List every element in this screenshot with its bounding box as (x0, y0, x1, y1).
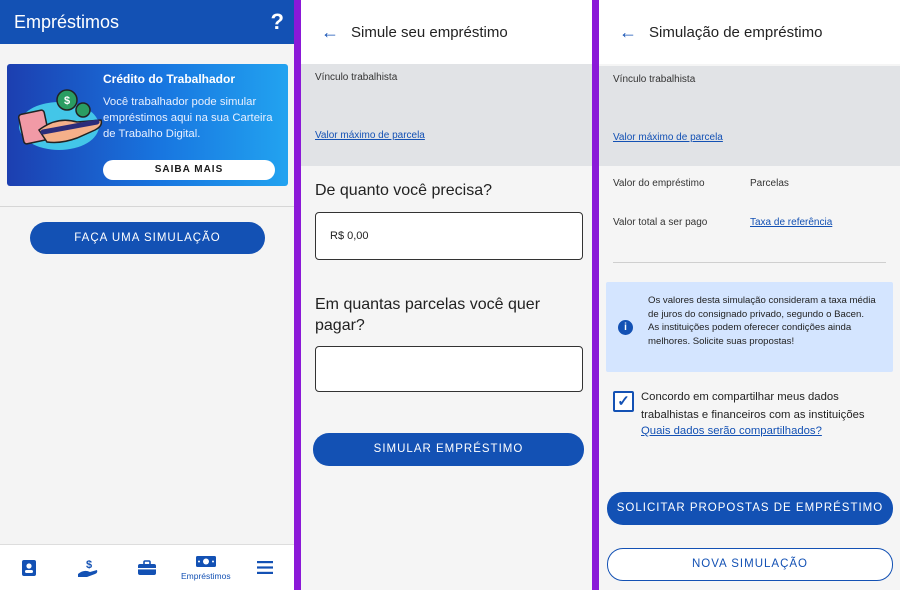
installments-input[interactable] (315, 346, 583, 392)
vinculo-label: Vínculo trabalhista (613, 74, 696, 85)
info-text: Os valores desta simulação consideram a … (648, 295, 876, 347)
parcelas-label: Parcelas (750, 178, 789, 189)
taxa-referencia-link[interactable]: Taxa de referência (750, 217, 832, 228)
employment-info-block: Vínculo trabalhista Valor máximo de parc… (599, 66, 900, 166)
info-alert: i Os valores desta simulação consideram … (606, 282, 893, 372)
valor-total-label: Valor total a ser pago (613, 217, 708, 228)
page-title: Empréstimos (14, 11, 120, 32)
app-bar: Empréstimos ? (0, 0, 294, 44)
amount-input[interactable]: R$ 0,00 (315, 212, 583, 260)
svg-text:$: $ (86, 559, 92, 571)
divider (0, 206, 294, 207)
solicitar-propostas-button[interactable]: SOLICITAR PROPOSTAS DE EMPRÉSTIMO (607, 492, 893, 525)
divider (613, 262, 886, 263)
consent-text: Concordo em compartilhar meus dados trab… (641, 391, 865, 421)
app-bar: ← Simule seu empréstimo (301, 0, 592, 64)
valor-maximo-link[interactable]: Valor máximo de parcela (315, 130, 425, 141)
employment-info-block: Vínculo trabalhista Valor máximo de parc… (301, 64, 592, 166)
svg-text:$: $ (64, 95, 70, 107)
saiba-mais-button[interactable]: SAIBA MAIS (103, 160, 275, 180)
vinculo-label: Vínculo trabalhista (315, 72, 398, 83)
banknote-icon (195, 555, 216, 567)
consent-checkbox[interactable]: ✓ (613, 391, 634, 412)
help-icon[interactable]: ? (271, 9, 284, 35)
simulate-loan-screen: ← Simule seu empréstimo Vínculo trabalhi… (301, 0, 592, 590)
hand-coin-illustration: $ (17, 89, 103, 150)
page-title: Simulação de empréstimo (649, 23, 823, 41)
amount-question: De quanto você precisa? (315, 182, 492, 199)
valor-maximo-link[interactable]: Valor máximo de parcela (613, 132, 723, 143)
nav-item-work[interactable] (118, 545, 176, 590)
nova-simulacao-button[interactable]: NOVA SIMULAÇÃO (607, 548, 893, 581)
loan-simulation-result-screen: ← Simulação de empréstimo Vínculo trabal… (599, 0, 900, 590)
nav-item-profile[interactable] (0, 545, 58, 590)
id-card-icon (22, 559, 37, 576)
shared-data-link[interactable]: Quais dados serão compartilhados? (641, 425, 822, 437)
hand-money-icon: $ (78, 559, 98, 577)
loans-home-screen: Empréstimos ? $ Crédito do Trabalhador V… (0, 0, 294, 590)
back-arrow-icon[interactable]: ← (619, 22, 649, 43)
banner-text: Você trabalhador pode simular empréstimo… (103, 96, 273, 140)
briefcase-icon (137, 559, 156, 575)
menu-icon (256, 561, 273, 574)
simular-emprestimo-button[interactable]: SIMULAR EMPRÉSTIMO (313, 433, 584, 466)
back-arrow-icon[interactable]: ← (321, 22, 351, 43)
banner-title: Crédito do Trabalhador (103, 72, 236, 86)
faca-simulacao-button[interactable]: FAÇA UMA SIMULAÇÃO (30, 222, 265, 254)
credito-trabalhador-banner: $ Crédito do Trabalhador Você trabalhado… (7, 64, 288, 186)
nav-item-benefits[interactable]: $ (59, 545, 117, 590)
info-icon: i (618, 320, 633, 335)
nav-label-emprestimos: Empréstimos (180, 570, 231, 581)
bottom-navigation: $ Empréstimos (0, 544, 294, 590)
valor-emprestimo-label: Valor do empréstimo (613, 178, 705, 189)
app-bar: ← Simulação de empréstimo (599, 0, 900, 64)
installments-question: Em quantas parcelas você quer pagar? (315, 296, 541, 334)
nav-item-emprestimos[interactable]: Empréstimos (177, 545, 235, 590)
nav-item-menu[interactable] (236, 545, 294, 590)
page-title: Simule seu empréstimo (351, 23, 508, 41)
